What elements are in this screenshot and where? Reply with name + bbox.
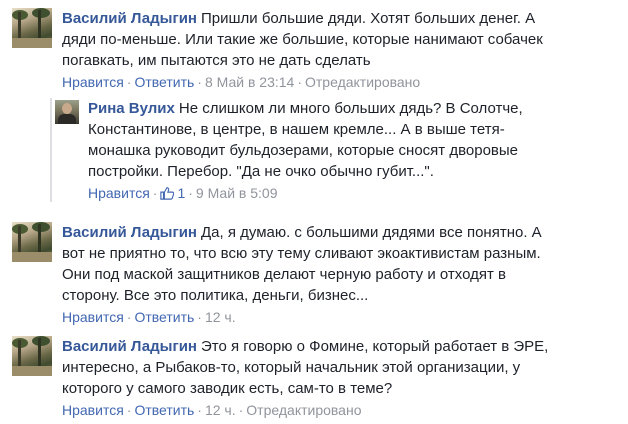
- like-button[interactable]: Нравится: [62, 309, 124, 325]
- comment-body: Василий Ладыгин Это я говорю о Фомине, ко…: [62, 336, 562, 399]
- comment-author[interactable]: Василий Ладыгин: [62, 338, 197, 355]
- avatar[interactable]: [12, 336, 52, 376]
- comment-body: Василий Ладыгин Пришли большие дяди. Хотя…: [62, 8, 562, 71]
- comment-body: Василий Ладыгин Да, я думаю. с большими д…: [62, 222, 562, 306]
- like-button[interactable]: Нравится: [62, 74, 124, 90]
- comment: Василий Ладыгин Пришли большие дяди. Хотя…: [12, 8, 628, 91]
- reply-button[interactable]: Ответить: [134, 74, 194, 90]
- comment-author[interactable]: Василий Ладыгин: [62, 10, 197, 27]
- reply-body: Рина Вулих Не слишком ли много больших дя…: [88, 98, 558, 182]
- comment: Василий Ладыгин Да, я думаю. с большими д…: [12, 222, 628, 326]
- edited-label[interactable]: Отредактировано: [305, 74, 420, 90]
- comment-actions: Нравится · Ответить · 8 Май в 23:14 · Отредакт…: [62, 74, 421, 90]
- timestamp[interactable]: 9 Май в 5:09: [196, 185, 278, 201]
- comment-author[interactable]: Василий Ладыгин: [62, 224, 197, 241]
- reply: Рина Вулих Не слишком ли много больших дя…: [55, 98, 558, 202]
- reply-actions: Нравится · 1 · 9 Май в 5:09: [88, 185, 278, 201]
- reply-thread-line: [50, 98, 52, 202]
- thumbs-up-icon: [160, 187, 175, 200]
- comment-actions: Нравится · Ответить · 12 ч.: [62, 309, 236, 325]
- reply-author[interactable]: Рина Вулих: [88, 100, 175, 117]
- like-button[interactable]: Нравится: [88, 185, 150, 201]
- likes-count: 1: [177, 185, 186, 201]
- avatar[interactable]: [12, 222, 52, 262]
- avatar[interactable]: [55, 100, 79, 124]
- reply-button[interactable]: Ответить: [134, 402, 194, 418]
- timestamp[interactable]: 12 ч.: [205, 402, 236, 418]
- avatar[interactable]: [12, 8, 52, 48]
- like-button[interactable]: Нравится: [62, 402, 124, 418]
- reply-button[interactable]: Ответить: [134, 309, 194, 325]
- timestamp[interactable]: 8 Май в 23:14: [205, 74, 294, 90]
- comment-actions: Нравится · Ответить · 12 ч. · Отредактировано: [62, 402, 362, 418]
- likes-indicator[interactable]: 1: [160, 185, 185, 201]
- edited-label[interactable]: Отредактировано: [246, 402, 361, 418]
- timestamp[interactable]: 12 ч.: [205, 309, 236, 325]
- comment: Василий Ладыгин Это я говорю о Фомине, ко…: [12, 336, 628, 419]
